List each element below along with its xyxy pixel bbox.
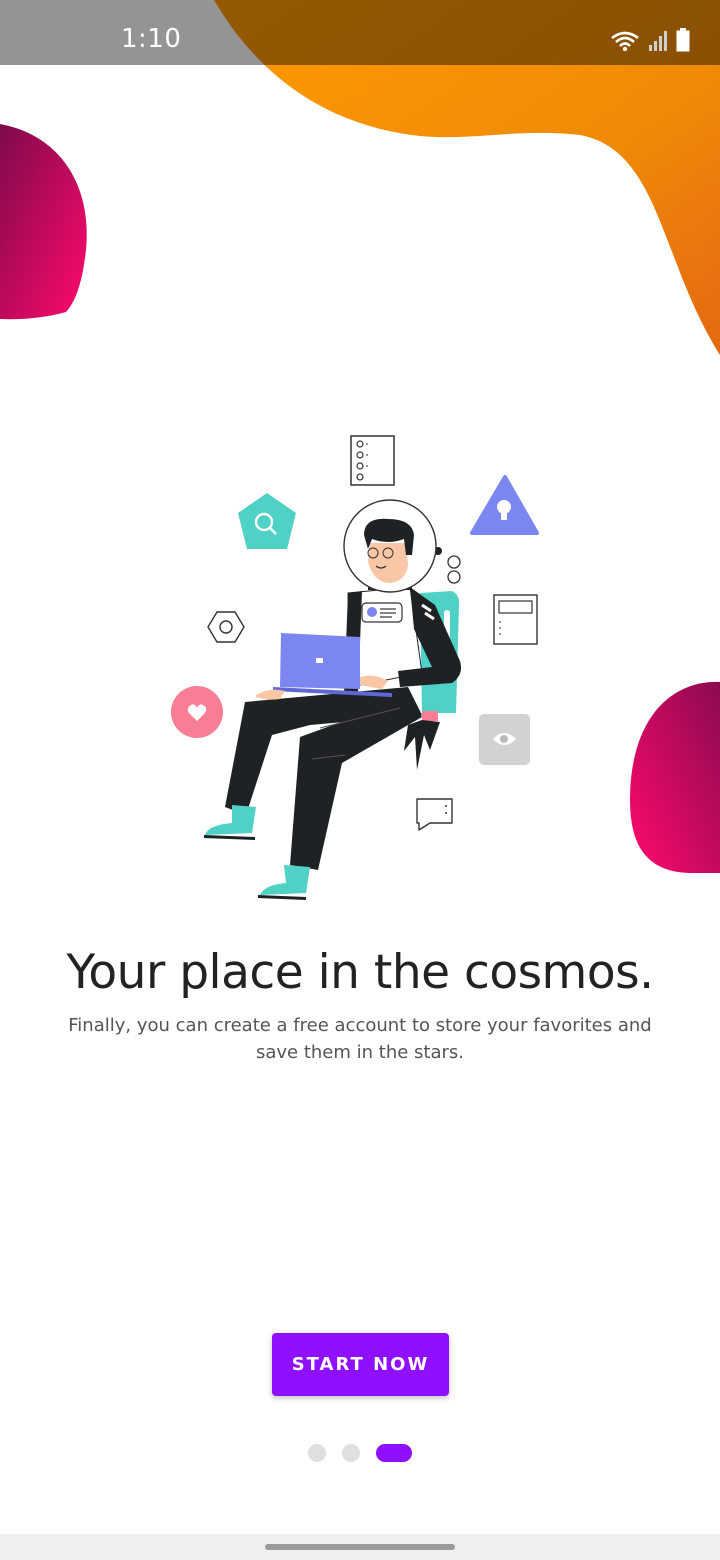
page-dot-2[interactable] [342,1444,360,1462]
page-subtitle: Finally, you can create a free account t… [68,1015,652,1063]
search-icon [238,493,296,549]
hexagon-icon [207,611,245,643]
status-icons [610,28,690,52]
wifi-icon [611,31,639,52]
eye-icon [479,714,530,765]
page-title: Your place in the cosmos. [66,945,654,1000]
signal-icon [649,31,667,51]
astronaut-illustration [171,435,539,900]
status-time: 1:10 [121,24,182,54]
page-dot-3-active[interactable] [376,1444,412,1462]
navigation-bar [0,1534,720,1560]
page-dot-1[interactable] [308,1444,326,1462]
magenta-blob-left [0,124,87,320]
chat-bubble-icon [416,798,453,831]
checklist-icon [350,435,395,486]
start-now-button[interactable]: START NOW [272,1333,449,1396]
status-bar: 1:10 [0,0,720,65]
document-icon [493,594,538,645]
heart-icon [171,686,223,738]
magenta-blob-right [630,681,720,873]
lightbulb-icon [470,475,539,535]
page-indicator [0,1444,720,1462]
battery-icon [676,28,690,52]
home-handle[interactable] [265,1544,455,1550]
